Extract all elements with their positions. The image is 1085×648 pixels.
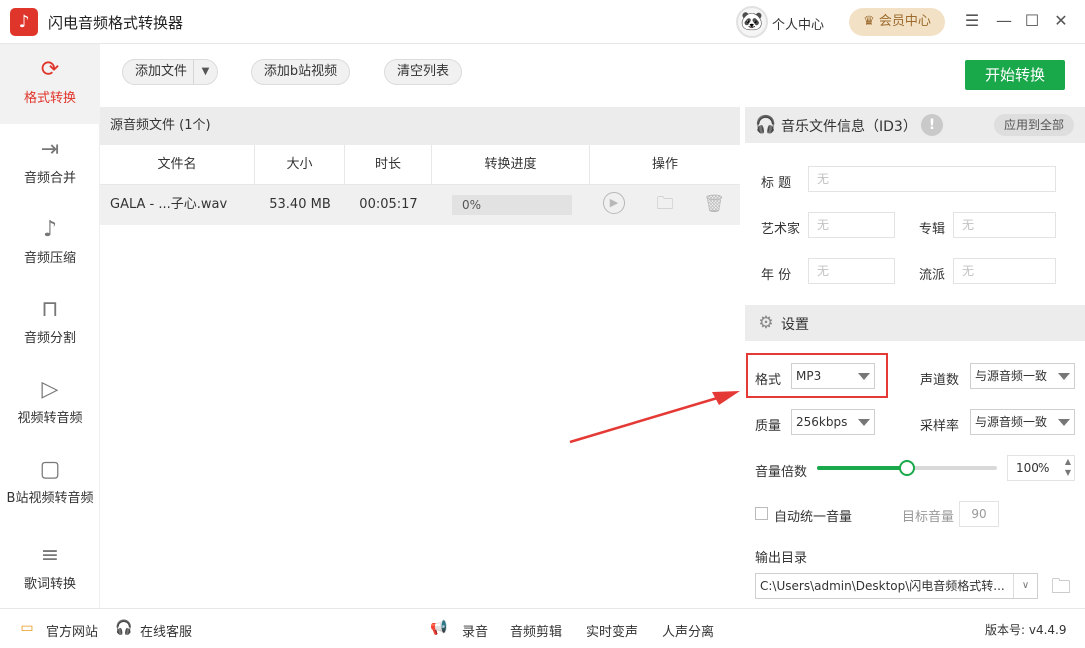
status-bar: ▭ 官方网站 🎧 在线客服 📢 录音 音频剪辑 实时变声 人声分离 版本号: v… <box>0 608 1085 648</box>
annotation-arrow <box>569 391 740 444</box>
voice-change-link[interactable]: 实时变声 <box>586 621 638 640</box>
version-label: 版本号: v4.4.9 <box>985 623 1067 637</box>
monitor-icon: ▭ <box>20 620 34 636</box>
megaphone-icon: 📢 <box>430 620 448 636</box>
online-support-link[interactable]: 在线客服 <box>140 621 192 640</box>
official-website-link[interactable]: 官方网站 <box>46 621 98 640</box>
audio-edit-link[interactable]: 音频剪辑 <box>510 621 562 640</box>
record-link[interactable]: 录音 <box>462 621 488 640</box>
headset-icon: 🎧 <box>115 620 133 636</box>
vocal-split-link[interactable]: 人声分离 <box>662 621 714 640</box>
